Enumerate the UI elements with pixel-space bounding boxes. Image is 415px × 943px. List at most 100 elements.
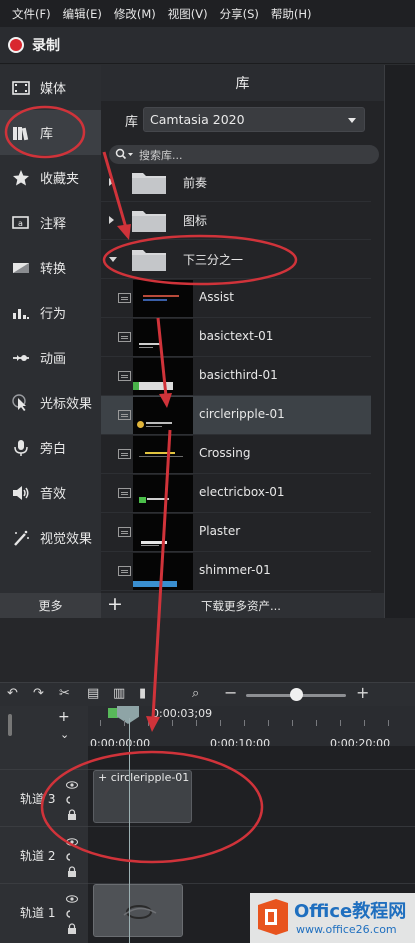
asset-row-circleripple[interactable]: circleripple-01 [101, 396, 371, 435]
add-library-button[interactable]: + [107, 593, 123, 615]
sidebar-item-transitions[interactable]: 转换 [0, 245, 101, 290]
asset-row-assist[interactable]: Assist [101, 279, 371, 318]
asset-file-icon [118, 410, 131, 420]
track-controls: + ⌄ [0, 706, 88, 746]
eye-icon[interactable] [66, 836, 78, 848]
library-search-input[interactable]: 搜索库... [109, 145, 379, 164]
library-title: 库 [101, 65, 384, 101]
asset-thumbnail [133, 475, 193, 512]
cut-icon[interactable]: ✂ [59, 686, 70, 701]
asset-name: electricbox-01 [199, 485, 285, 499]
menu-file[interactable]: 文件(F) [6, 6, 57, 22]
eye-icon[interactable] [66, 779, 78, 791]
menu-edit[interactable]: 编辑(E) [57, 6, 108, 22]
undo-icon[interactable]: ↶ [7, 686, 18, 701]
sidebar-item-library[interactable]: 库 [0, 110, 101, 155]
expand-arrow-icon[interactable] [109, 178, 114, 186]
lock-icon[interactable] [66, 809, 78, 821]
paste-icon[interactable]: ▥ [113, 686, 125, 701]
asset-thumbnail [133, 514, 193, 551]
sidebar-item-animations[interactable]: 动画 [0, 335, 101, 380]
asset-row-electricbox[interactable]: electricbox-01 [101, 474, 371, 513]
asset-name: circleripple-01 [199, 407, 285, 421]
playhead-handle[interactable] [117, 706, 139, 724]
asset-file-icon [118, 488, 131, 498]
asset-row-crossing[interactable]: Crossing [101, 435, 371, 474]
asset-file-icon [118, 332, 131, 342]
expand-arrow-icon[interactable] [109, 216, 114, 224]
sidebar-item-visual-effects[interactable]: 视觉效果 [0, 515, 101, 560]
zoom-in-icon[interactable]: + [356, 683, 369, 702]
menu-modify[interactable]: 修改(M) [108, 6, 162, 22]
collapse-arrow-icon[interactable] [109, 257, 117, 262]
asset-file-icon [118, 293, 131, 303]
split-icon[interactable]: ▮ [139, 686, 146, 701]
sidebar-item-behaviors[interactable]: 行为 [0, 290, 101, 335]
folder-icon [132, 211, 166, 232]
library-select[interactable]: Camtasia 2020 [143, 107, 365, 132]
in-point-marker[interactable] [108, 708, 118, 718]
cursor-effect-icon [12, 393, 26, 411]
folder-name: 下三分之一 [183, 253, 244, 267]
track-2[interactable] [88, 826, 415, 883]
clip-circleripple[interactable]: + circleripple-01 [93, 770, 192, 823]
redo-icon[interactable]: ↷ [33, 686, 44, 701]
record-icon[interactable] [8, 37, 24, 53]
animation-icon [13, 354, 29, 361]
sidebar-item-label: 媒体 [40, 82, 67, 97]
sidebar-item-audio-effects[interactable]: 音效 [0, 470, 101, 515]
asset-row-basictext[interactable]: basictext-01 [101, 318, 371, 357]
library-select-label: 库 [125, 114, 139, 130]
eye-icon[interactable] [66, 893, 78, 905]
zoom-slider-handle[interactable] [290, 688, 303, 701]
zoom-icon[interactable]: ⌕ [192, 686, 199, 701]
sidebar-item-favorites[interactable]: 收藏夹 [0, 155, 101, 200]
asset-row-shimmer[interactable]: shimmer-01 [101, 552, 371, 591]
track-header-2: 轨道 2 [0, 826, 88, 883]
chevron-down-icon[interactable]: ⌄ [60, 728, 69, 741]
sidebar-item-voice-narration[interactable]: 旁白 [0, 425, 101, 470]
menu-view[interactable]: 视图(V) [162, 6, 214, 22]
folder-row-intro[interactable]: 前奏 [101, 168, 371, 202]
asset-row-basicthird[interactable]: basicthird-01 [101, 357, 371, 396]
transition-icon [13, 262, 29, 273]
asset-name: Plaster [199, 524, 241, 538]
copy-icon[interactable]: ▤ [87, 686, 99, 701]
asset-thumbnail [133, 319, 193, 356]
chevron-down-icon [348, 118, 356, 123]
watermark: Office教程网 www.office26.com [250, 893, 415, 943]
sidebar-item-label: 动画 [40, 352, 67, 367]
more-button[interactable]: 更多 [0, 593, 101, 618]
lock-icon[interactable] [66, 866, 78, 878]
menu-share[interactable]: 分享(S) [214, 6, 265, 22]
zoom-out-icon[interactable]: − [224, 683, 237, 702]
link-icon[interactable] [66, 908, 78, 920]
link-icon[interactable] [66, 794, 78, 806]
download-more-assets-link[interactable]: 下载更多资产... [201, 598, 281, 614]
asset-row-plaster[interactable]: Plaster [101, 513, 371, 552]
asset-name: shimmer-01 [199, 563, 271, 577]
menu-help[interactable]: 帮助(H) [265, 6, 318, 22]
playhead-line [129, 718, 130, 943]
sidebar-item-annotations[interactable]: a 注释 [0, 200, 101, 245]
link-icon[interactable] [66, 851, 78, 863]
video-thumbnail [94, 885, 182, 936]
record-button[interactable]: 录制 [32, 35, 60, 55]
sidebar-item-cursor-effects[interactable]: 光标效果 [0, 380, 101, 425]
asset-name: Assist [199, 290, 235, 304]
folder-icon [132, 173, 166, 194]
clip-label: + circleripple-01 [98, 771, 190, 784]
add-track-button[interactable]: + [58, 709, 70, 725]
sidebar-item-media[interactable]: 媒体 [0, 65, 101, 110]
asset-name: basictext-01 [199, 329, 274, 343]
clip-video[interactable] [93, 884, 183, 937]
folder-row-lower-thirds[interactable]: 下三分之一 [101, 240, 371, 279]
folder-row-icons[interactable]: 图标 [101, 201, 371, 240]
lock-icon[interactable] [66, 923, 78, 935]
canvas-edge [384, 65, 415, 618]
track-name: 轨道 3 [20, 792, 56, 806]
track-height-slider[interactable] [8, 714, 12, 736]
timeline-ruler[interactable]: 0:00:03;09 0:00:00;00 0:00:10;00 0:00:20… [88, 706, 415, 750]
search-placeholder: 搜索库... [139, 149, 183, 162]
film-icon [12, 80, 30, 95]
